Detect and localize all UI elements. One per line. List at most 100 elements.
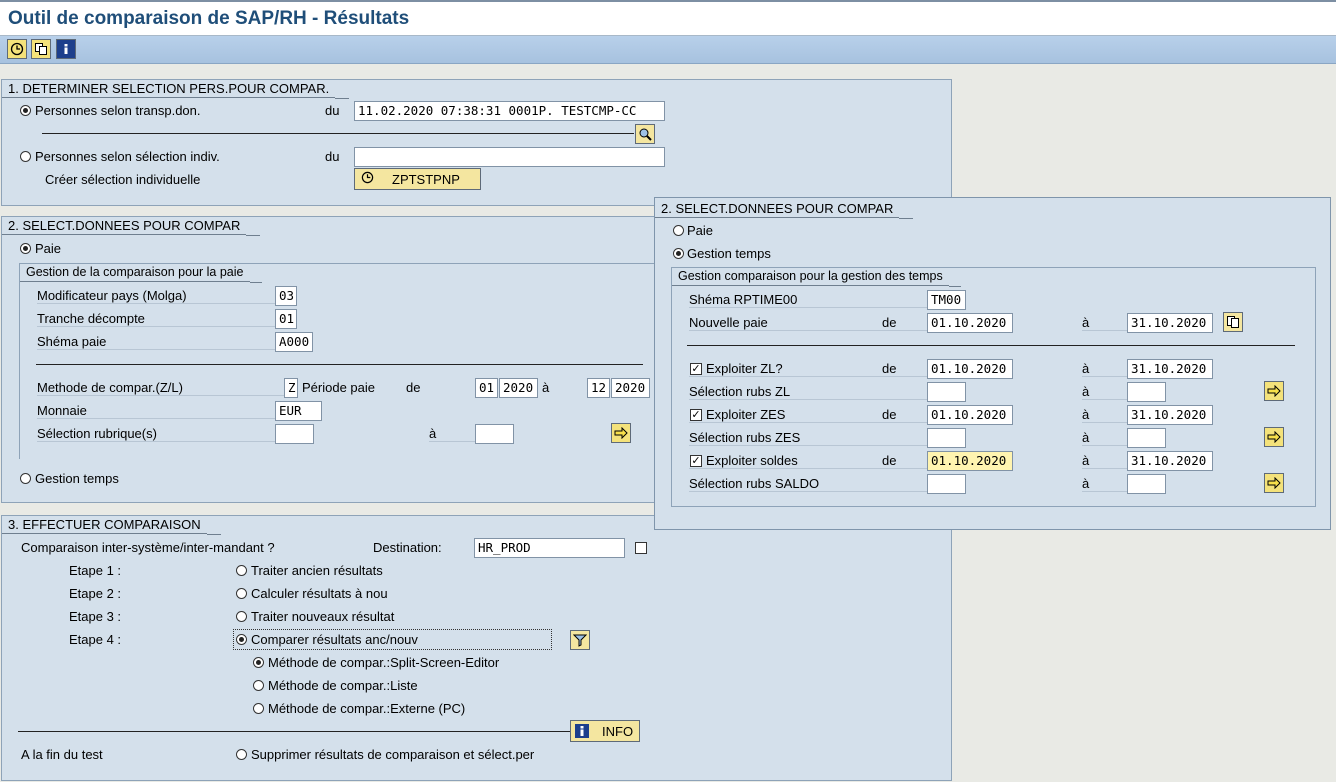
zl-to-field[interactable]: 31.10.2020 (1127, 359, 1213, 379)
currency-label: Monnaie (37, 403, 292, 419)
du-label: du (325, 103, 340, 118)
separator (42, 133, 634, 134)
period-to-month[interactable]: 12 (587, 378, 610, 398)
create-selection-button[interactable]: ZPTSTPNP (354, 168, 481, 190)
a-label-2: à (1082, 361, 1127, 377)
zes-rubs-from[interactable] (927, 428, 966, 448)
indiv-field[interactable] (354, 147, 665, 167)
application-toolbar (0, 36, 1336, 64)
zl-rubs-from[interactable] (927, 382, 966, 402)
method-list-label: Méthode de compar.:Liste (268, 678, 418, 693)
payroll-to-field[interactable]: 31.10.2020 (1127, 313, 1213, 333)
search-icon[interactable] (635, 124, 655, 144)
copy-period-icon[interactable] (1223, 312, 1243, 332)
multiple-selection-arrow-icon[interactable] (1264, 427, 1284, 447)
execute-icon[interactable] (7, 39, 27, 59)
step3-label: Etape 3 : (69, 609, 122, 624)
destination-field[interactable]: HR_PROD (474, 538, 625, 558)
saldo-rubs-to[interactable] (1127, 474, 1166, 494)
method-split-label: Méthode de compar.:Split-Screen-Editor (268, 655, 500, 670)
zl-rubs-to[interactable] (1127, 382, 1166, 402)
du-label-2: du (325, 149, 340, 164)
section3-title: 3. EFFECTUER COMPARAISON (2, 516, 221, 535)
end-opt: Supprimer résultats de comparaison et sé… (251, 747, 535, 762)
section1-title: 1. DETERMINER SELECTION PERS.POUR COMPAR… (2, 80, 350, 99)
de-label-2: de (882, 361, 897, 376)
rubric-label: Sélection rubrique(s) (37, 426, 292, 442)
zes-checkbox[interactable]: ✓ (690, 409, 702, 421)
multiple-selection-arrow-icon[interactable] (1264, 473, 1284, 493)
radio-transport[interactable] (20, 105, 31, 116)
info-icon[interactable] (56, 39, 76, 59)
create-btn-label: ZPTSTPNP (392, 171, 460, 187)
radio-method-split[interactable] (253, 657, 264, 668)
rubric-from-field[interactable] (275, 424, 314, 444)
payroll-from-field[interactable]: 01.10.2020 (927, 313, 1013, 333)
period-to-year[interactable]: 2020 (611, 378, 650, 398)
opt-paie-label: Paie (35, 241, 62, 256)
radio-step1[interactable] (236, 565, 247, 576)
zes-from-field[interactable]: 01.10.2020 (927, 405, 1013, 425)
zes-to-field[interactable]: 31.10.2020 (1127, 405, 1213, 425)
filter-icon[interactable] (570, 630, 590, 650)
zl-rubs-label: Sélection rubs ZL (689, 384, 927, 400)
multiple-selection-arrow-icon[interactable] (1264, 381, 1284, 401)
soldes-to-field[interactable]: 31.10.2020 (1127, 451, 1213, 471)
create-indiv-label: Créer sélection individuelle (45, 172, 201, 187)
paie-group: Gestion de la comparaison pour la paie M… (19, 263, 659, 459)
schema-rptime-label: Shéma RPTIME00 (689, 292, 927, 308)
a-label-4: à (1082, 407, 1127, 423)
radio-method-list[interactable] (253, 680, 264, 691)
rubric-to-field[interactable] (475, 424, 514, 444)
transport-field[interactable]: 11.02.2020 07:38:31 0001P. TESTCMP-CC (354, 101, 665, 121)
opt-paie-overlay-label: Paie (687, 223, 714, 238)
radio-indiv[interactable] (20, 151, 31, 162)
de-label: de (882, 315, 897, 330)
soldes-from-field[interactable]: 01.10.2020 (927, 451, 1013, 471)
soldes-checkbox[interactable]: ✓ (690, 455, 702, 467)
period-from-month[interactable]: 01 (475, 378, 498, 398)
radio-step3[interactable] (236, 611, 247, 622)
tranche-field[interactable]: 01 (275, 309, 297, 329)
schema-label: Shéma paie (37, 334, 292, 350)
section-person-selection: 1. DETERMINER SELECTION PERS.POUR COMPAR… (1, 79, 952, 206)
radio-temps-overlay[interactable] (673, 248, 684, 259)
radio-delete-results[interactable] (236, 749, 247, 760)
separator (18, 731, 570, 732)
zl-from-field[interactable]: 01.10.2020 (927, 359, 1013, 379)
copy-variant-icon[interactable] (31, 39, 51, 59)
title-bar: Outil de comparaison de SAP/RH - Résulta… (0, 0, 1336, 36)
window-title: Outil de comparaison de SAP/RH - Résulta… (8, 8, 410, 29)
radio-paie[interactable] (20, 243, 31, 254)
a-label-2: à (429, 426, 475, 442)
tranche-label: Tranche décompte (37, 311, 292, 327)
inter-label: Comparaison inter-système/inter-mandant … (21, 540, 275, 555)
method-external-label: Méthode de compar.:Externe (PC) (268, 701, 466, 716)
schema-field[interactable]: A000 (275, 332, 313, 352)
info-btn-label: INFO (602, 723, 634, 739)
method-field[interactable]: Z (284, 378, 298, 398)
radio-method-external[interactable] (253, 703, 264, 714)
period-from-year[interactable]: 2020 (499, 378, 538, 398)
molga-field[interactable]: 03 (275, 286, 297, 306)
radio-paie-overlay[interactable] (673, 225, 684, 236)
opt-indiv-label: Personnes selon sélection indiv. (35, 149, 220, 164)
paie-group-title: Gestion de la comparaison pour la paie (20, 264, 261, 283)
radio-gestion-temps[interactable] (20, 473, 31, 484)
opt-temps-overlay-label: Gestion temps (687, 246, 771, 261)
zl-checkbox[interactable]: ✓ (690, 363, 702, 375)
step4-opt: Comparer résultats anc/nouv (251, 632, 418, 647)
de-label: de (406, 380, 421, 395)
info-button[interactable]: INFO (570, 720, 640, 742)
saldo-rubs-from[interactable] (927, 474, 966, 494)
a-label: à (542, 380, 550, 395)
currency-field[interactable]: EUR (275, 401, 322, 421)
radio-step4[interactable] (236, 634, 247, 645)
zes-rubs-to[interactable] (1127, 428, 1166, 448)
inter-checkbox[interactable] (635, 542, 647, 554)
method-label: Methode de compar.(Z/L) (37, 380, 292, 396)
multiple-selection-arrow-icon[interactable] (611, 423, 631, 443)
schema-rptime-field[interactable]: TM00 (927, 290, 966, 310)
radio-step2[interactable] (236, 588, 247, 599)
a-label-6: à (1082, 453, 1127, 469)
